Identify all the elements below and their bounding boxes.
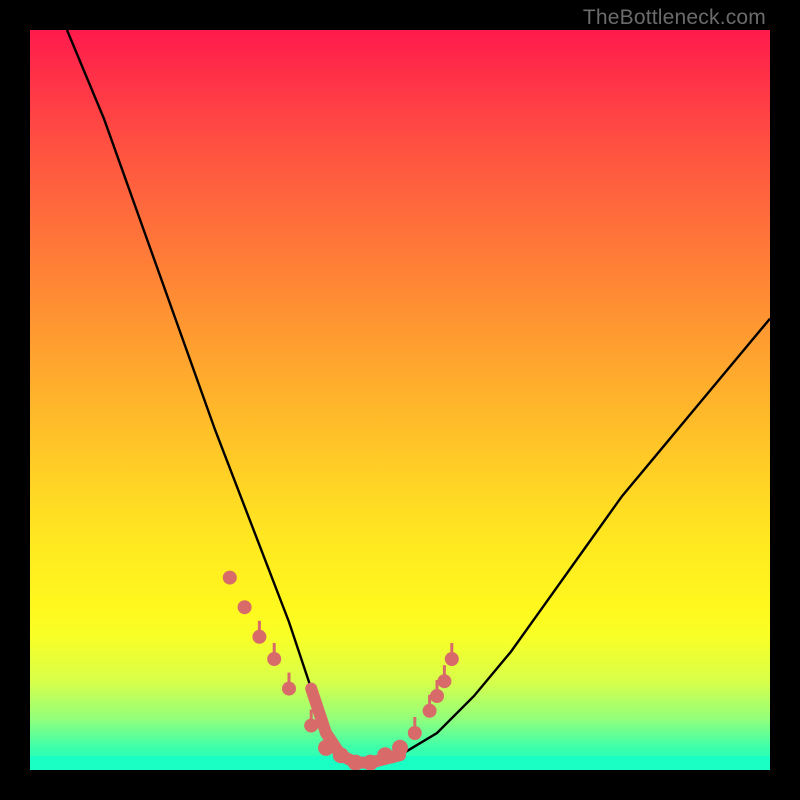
curve-marker [333, 747, 349, 763]
curve-svg [30, 30, 770, 770]
curve-marker [362, 755, 378, 770]
curve-marker [348, 755, 364, 770]
watermark-text: TheBottleneck.com [583, 6, 766, 30]
curve-marker [392, 740, 408, 756]
curve-marker [223, 571, 237, 585]
chart-frame: TheBottleneck.com [0, 0, 800, 800]
curve-marker [238, 600, 252, 614]
bottleneck-curve [67, 30, 770, 763]
marker-tails [259, 621, 451, 731]
curve-marker [318, 740, 334, 756]
curve-marker [377, 747, 393, 763]
plot-area [30, 30, 770, 770]
